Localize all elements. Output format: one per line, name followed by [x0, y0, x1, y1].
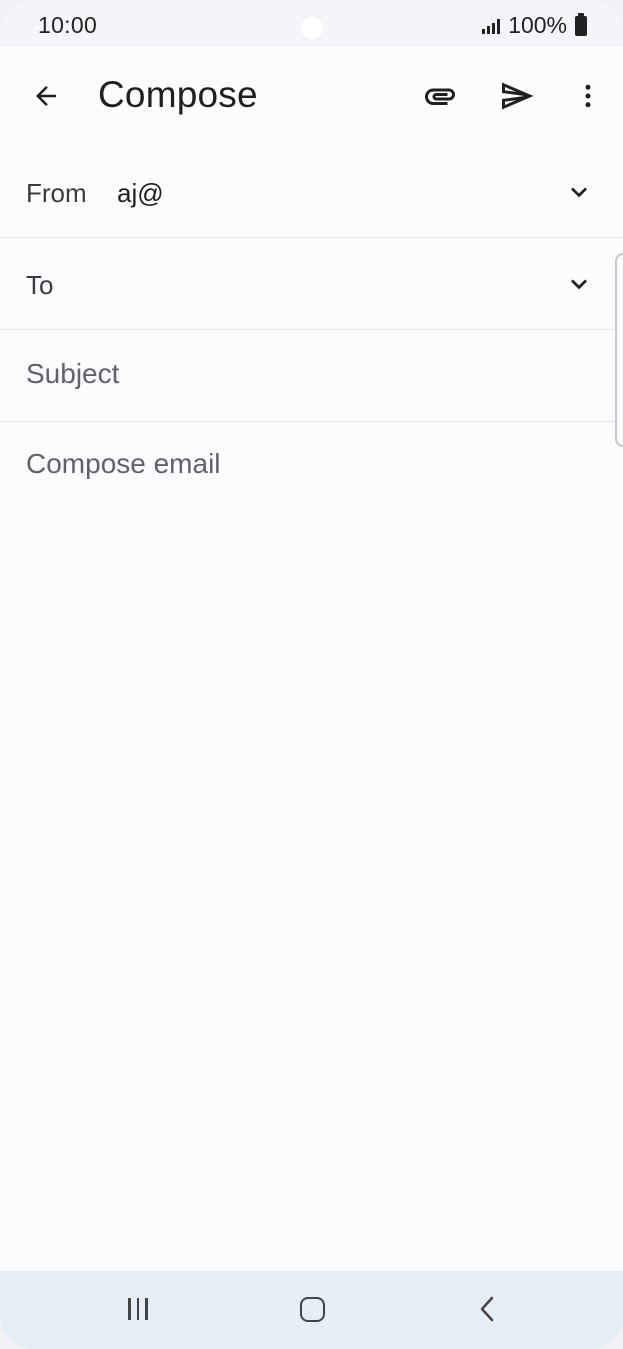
chevron-down-icon — [571, 279, 587, 290]
battery-percent: 100% — [508, 12, 567, 38]
scroll-handle[interactable] — [615, 253, 623, 447]
from-expand-button[interactable] — [559, 172, 599, 212]
compose-body-input[interactable]: Compose email — [26, 448, 221, 480]
recents-icon — [128, 1298, 131, 1320]
paperclip-icon — [425, 88, 455, 105]
from-value: aj@ — [117, 178, 164, 208]
status-time: 10:00 — [38, 12, 98, 38]
home-button[interactable] — [292, 1289, 332, 1329]
from-row[interactable]: From aj@ — [0, 146, 623, 238]
subject-row: Subject — [0, 330, 623, 422]
more-vert-icon — [585, 84, 591, 108]
phone-screen: 10:00 100% Compose From aj@ To Subject C… — [0, 0, 623, 1349]
back-button[interactable] — [24, 74, 68, 118]
back-arrow-icon — [36, 86, 56, 106]
status-bar: 10:00 100% — [0, 0, 623, 46]
navigation-bar — [0, 1271, 623, 1349]
nav-back-icon — [480, 1296, 494, 1322]
app-bar: Compose — [0, 46, 623, 146]
send-icon — [502, 82, 534, 110]
home-icon — [299, 1296, 325, 1322]
chevron-down-icon — [571, 187, 587, 198]
page-title: Compose — [98, 74, 258, 115]
status-indicators: 100% — [482, 12, 587, 39]
to-label: To — [26, 270, 54, 300]
to-row[interactable]: To — [0, 238, 623, 330]
nav-back-button[interactable] — [468, 1289, 508, 1329]
signal-icon — [482, 18, 501, 34]
camera-cutout — [301, 17, 323, 39]
attach-button[interactable] — [418, 74, 462, 118]
to-expand-button[interactable] — [559, 264, 599, 304]
send-button[interactable] — [495, 74, 539, 118]
recents-button[interactable] — [118, 1289, 158, 1329]
from-label: From — [26, 178, 87, 208]
battery-icon — [575, 12, 587, 36]
more-options-button[interactable] — [566, 74, 610, 118]
subject-input[interactable]: Subject — [26, 358, 586, 390]
